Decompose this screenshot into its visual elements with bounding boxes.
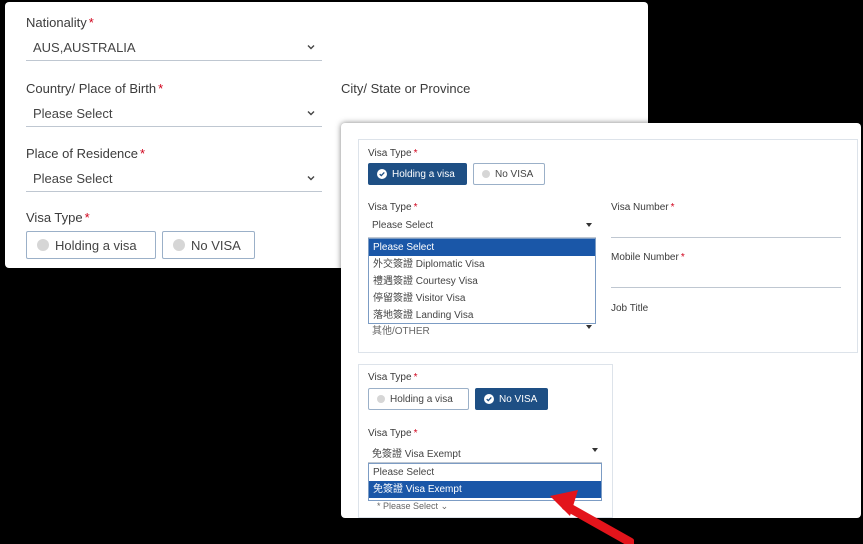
visa-options-overlay: Visa Type * Holding a visa No VISA Visa T… [341,123,861,518]
holding-visa-toggle[interactable]: Holding a visa [368,163,467,185]
hidden-option-text: 其他/OTHER [372,326,430,337]
nationality-label: Nationality * [26,15,94,30]
holding-visa-option[interactable]: Holding a visa [26,231,156,259]
nationality-select[interactable]: AUS,AUSTRALIA [26,37,322,61]
birth-place-label: Country/ Place of Birth * [26,81,164,96]
visa-number-label: Visa Number * [611,202,675,213]
dropdown-option[interactable]: 落地簽證 Landing Visa [369,307,595,324]
residence-label: Place of Residence * [26,146,146,161]
no-visa-option[interactable]: No VISA [162,231,255,259]
residence-select[interactable]: Please Select [26,168,322,192]
holding-visa-toggle[interactable]: Holding a visa [368,388,469,410]
caret-down-icon [586,223,592,227]
dropdown-option[interactable]: 停留簽證 Visitor Visa [369,290,595,307]
chevron-down-icon [307,45,315,50]
chevron-down-icon [307,111,315,116]
chevron-down-icon [307,176,315,181]
birth-place-select[interactable]: Please Select [26,103,322,127]
visa-type-select-label: Visa Type * [368,202,418,213]
visa-number-input[interactable] [611,219,841,238]
no-visa-toggle[interactable]: No VISA [473,163,545,185]
visa-type-select-label: Visa Type * [368,428,418,439]
mobile-number-label: Mobile Number * [611,252,685,263]
visa-type-label: Visa Type * [368,372,418,383]
check-circle-icon [484,394,494,404]
city-label: City/ State or Province [341,81,471,96]
visa-type-label: Visa Type * [368,148,418,159]
mobile-number-input[interactable] [611,269,841,288]
job-title-label: Job Title [611,303,649,314]
visa-type-select[interactable]: 免簽證 Visa Exempt [368,443,602,463]
visa-type-label: Visa Type * [26,210,90,225]
hidden-option-text: * Please Select ⌄ [377,501,449,511]
caret-down-icon [586,325,592,329]
radio-circle-icon [482,170,490,178]
caret-down-icon [592,448,598,452]
annotation-arrow-icon [550,490,634,544]
radio-circle-icon [173,239,185,251]
dropdown-option[interactable]: Please Select [369,239,595,256]
no-visa-toggle[interactable]: No VISA [475,388,548,410]
dropdown-option[interactable]: 禮遇簽證 Courtesy Visa [369,273,595,290]
visa-type-select[interactable]: Please Select [368,218,596,238]
check-circle-icon [377,169,387,179]
radio-circle-icon [37,239,49,251]
dropdown-option[interactable]: 外交簽證 Diplomatic Visa [369,256,595,273]
dropdown-option[interactable]: Please Select [369,464,601,481]
visa-type-dropdown[interactable]: Please Select 外交簽證 Diplomatic Visa 禮遇簽證 … [368,238,596,324]
radio-circle-icon [377,395,385,403]
